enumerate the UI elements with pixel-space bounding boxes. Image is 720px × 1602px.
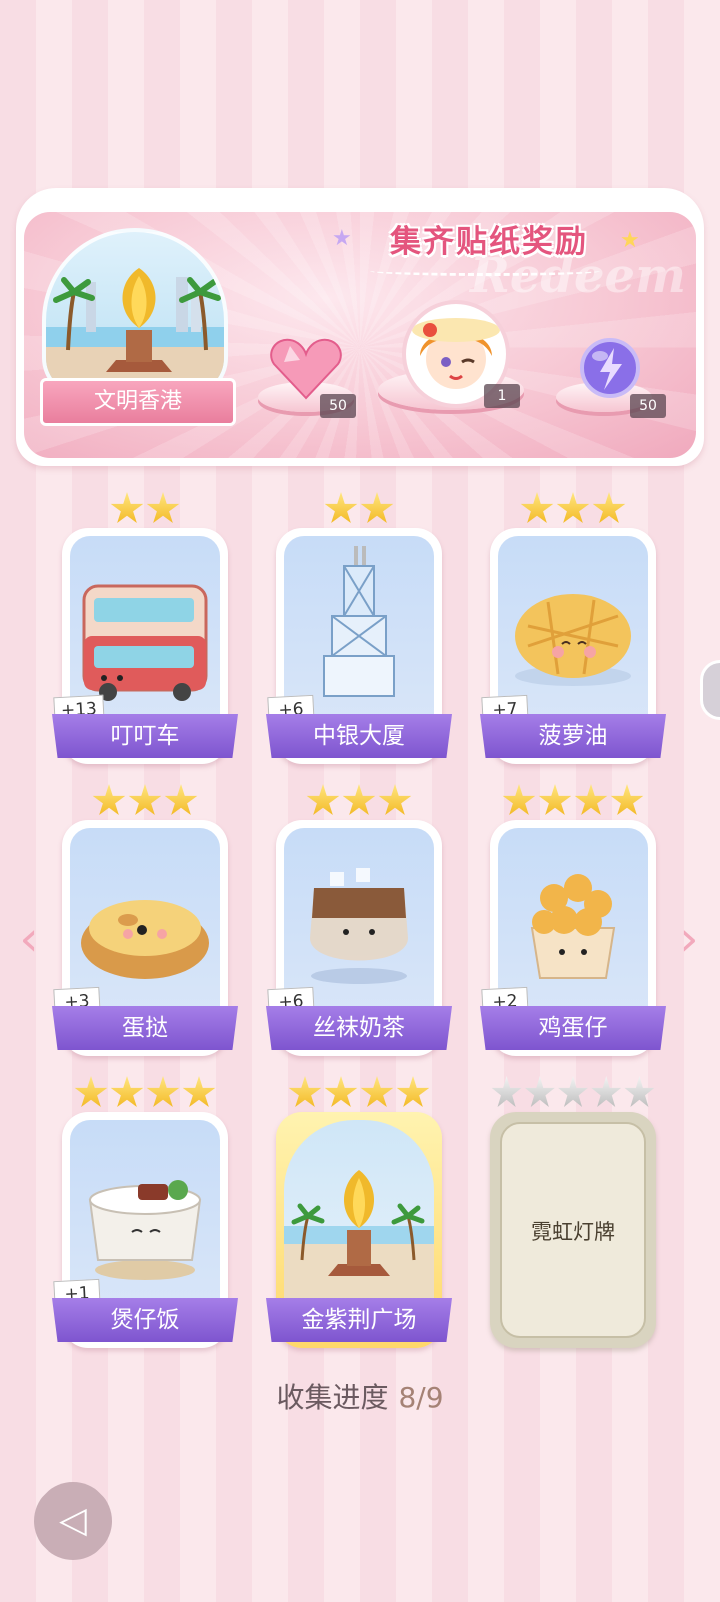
banner-title: 集齐贴纸奖励: [390, 224, 588, 260]
sticker-card[interactable]: +3 蛋挞: [52, 784, 238, 1056]
collection-progress: 收集进度 8/9: [0, 1376, 720, 1416]
progress-value: 8/9: [398, 1381, 444, 1414]
locked-sticker-card[interactable]: 霓虹灯牌: [490, 1076, 656, 1348]
back-button[interactable]: ◁: [34, 1482, 112, 1560]
reward-count: 50: [630, 394, 666, 418]
sticker-card[interactable]: +7 菠萝油: [480, 492, 666, 764]
sticker-card[interactable]: +6 中银大厦: [266, 492, 452, 764]
sparkle-star-icon: ★: [332, 226, 352, 251]
sticker-name: 煲仔饭: [52, 1298, 238, 1342]
star-rating: [490, 1076, 656, 1110]
star-rating: [62, 784, 228, 818]
sticker-card[interactable]: +13 叮叮车: [52, 492, 238, 764]
locked-card-frame: 霓虹灯牌: [500, 1122, 646, 1338]
star-rating: [490, 492, 656, 526]
back-arrow-icon: ◁: [59, 1500, 87, 1541]
sticker-name: 霓虹灯牌: [531, 1220, 615, 1244]
sticker-name: 金紫荆广场: [266, 1298, 452, 1342]
sticker-name: 中银大厦: [266, 714, 452, 758]
sticker-name: 蛋挞: [52, 1006, 238, 1050]
star-rating: [62, 492, 228, 526]
sticker-card[interactable]: 金紫荆广场: [266, 1076, 452, 1348]
star-rating: [490, 784, 656, 818]
reward-count: 1: [484, 384, 520, 408]
sticker-name: 鸡蛋仔: [480, 1006, 666, 1050]
progress-label: 收集进度: [276, 1381, 389, 1414]
star-rating: [276, 784, 442, 818]
reward-count: 50: [320, 394, 356, 418]
sticker-name: 丝袜奶茶: [266, 1006, 452, 1050]
sticker-name: 叮叮车: [52, 714, 238, 758]
star-rating: [62, 1076, 228, 1110]
sticker-card[interactable]: +6 丝袜奶茶: [266, 784, 452, 1056]
prev-page-arrow-icon[interactable]: ‹: [14, 914, 44, 964]
sticker-card[interactable]: +2 鸡蛋仔: [480, 784, 666, 1056]
side-drawer-handle[interactable]: [700, 660, 720, 720]
city-name-label: 文明香港: [40, 378, 236, 426]
star-rating: [276, 492, 442, 526]
sticker-name: 菠萝油: [480, 714, 666, 758]
sparkle-star-icon: ★: [620, 228, 640, 253]
next-page-arrow-icon[interactable]: ›: [674, 914, 704, 964]
star-rating: [276, 1076, 442, 1110]
sticker-card[interactable]: +1 煲仔饭: [52, 1076, 238, 1348]
